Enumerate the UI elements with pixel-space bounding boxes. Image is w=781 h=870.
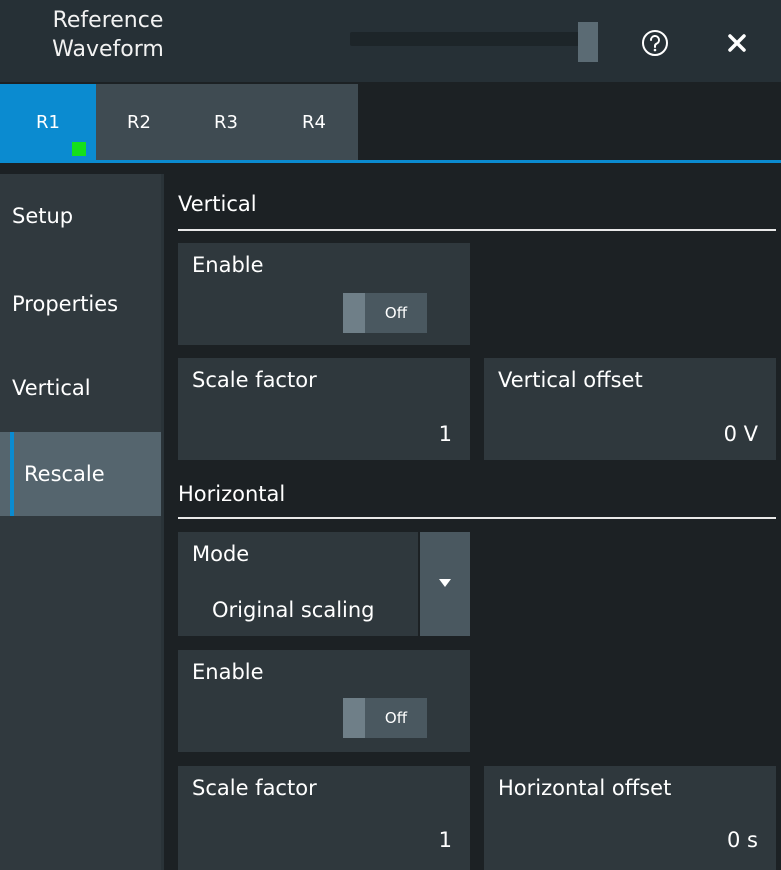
- vertical-offset-value: 0 V: [723, 422, 758, 446]
- horizontal-section-title: Horizontal: [178, 482, 286, 506]
- horizontal-mode-value: Original scaling: [212, 598, 375, 622]
- toggle-knob: [343, 698, 365, 738]
- sidebar-item-vertical[interactable]: Vertical: [0, 346, 161, 430]
- horizontal-offset-value: 0 s: [727, 828, 758, 852]
- sidebar-item-label: Setup: [12, 204, 74, 228]
- sidebar-item-label: Vertical: [12, 376, 91, 400]
- horizontal-scale-field[interactable]: Scale factor 1: [178, 766, 470, 870]
- sidebar-divider: [161, 174, 164, 870]
- horizontal-enable-label: Enable: [192, 660, 264, 684]
- horizontal-section-divider: [178, 517, 776, 519]
- tab-r1-label: R1: [36, 111, 60, 133]
- sidebar-item-label: Properties: [12, 292, 119, 316]
- tab-r2-label: R2: [127, 111, 151, 133]
- tab-r4-label: R4: [302, 111, 326, 133]
- horizontal-enable-state: Off: [384, 709, 408, 727]
- mode-dropdown-button[interactable]: [420, 532, 470, 636]
- dialog-title: Reference Waveform: [34, 6, 182, 64]
- vertical-enable-toggle[interactable]: Off: [343, 293, 427, 333]
- chevron-down-icon: [439, 579, 451, 587]
- vertical-offset-label: Vertical offset: [498, 368, 643, 392]
- close-icon[interactable]: [724, 30, 750, 56]
- sidebar-active-bar: [10, 432, 14, 516]
- tab-underline: [0, 160, 781, 163]
- sidebar-item-setup[interactable]: Setup: [0, 174, 161, 258]
- help-icon[interactable]: [640, 28, 670, 58]
- tab-r4[interactable]: R4: [270, 84, 358, 160]
- dialog-title-line2: Waveform: [52, 37, 164, 62]
- horizontal-scale-label: Scale factor: [192, 776, 317, 800]
- vertical-section-title: Vertical: [178, 192, 257, 216]
- vertical-enable-state: Off: [384, 304, 408, 322]
- transparency-slider-track[interactable]: [350, 32, 580, 46]
- transparency-slider-handle[interactable]: [578, 22, 598, 62]
- vertical-enable-card: Enable Off: [178, 243, 470, 345]
- horizontal-mode-select[interactable]: Mode Original scaling: [178, 532, 418, 636]
- vertical-offset-field[interactable]: Vertical offset 0 V: [484, 358, 776, 460]
- horizontal-offset-field[interactable]: Horizontal offset 0 s: [484, 766, 776, 870]
- vertical-enable-label: Enable: [192, 253, 264, 277]
- tab-r3-label: R3: [214, 111, 238, 133]
- horizontal-mode-label: Mode: [192, 542, 250, 566]
- sidebar-item-label: Rescale: [24, 462, 105, 486]
- r1-active-indicator: [72, 142, 86, 156]
- sidebar-item-properties[interactable]: Properties: [0, 262, 161, 346]
- tab-r2[interactable]: R2: [96, 84, 182, 160]
- horizontal-enable-card: Enable Off: [178, 650, 470, 752]
- vertical-scale-label: Scale factor: [192, 368, 317, 392]
- dialog-title-line1: Reference: [52, 8, 164, 33]
- vertical-scale-value: 1: [438, 422, 452, 446]
- toggle-knob: [343, 293, 365, 333]
- vertical-section-divider: [178, 229, 776, 231]
- horizontal-scale-value: 1: [438, 828, 452, 852]
- tab-r3[interactable]: R3: [182, 84, 270, 160]
- horizontal-enable-toggle[interactable]: Off: [343, 698, 427, 738]
- sidebar-item-rescale[interactable]: Rescale: [0, 432, 161, 516]
- horizontal-offset-label: Horizontal offset: [498, 776, 672, 800]
- vertical-scale-field[interactable]: Scale factor 1: [178, 358, 470, 460]
